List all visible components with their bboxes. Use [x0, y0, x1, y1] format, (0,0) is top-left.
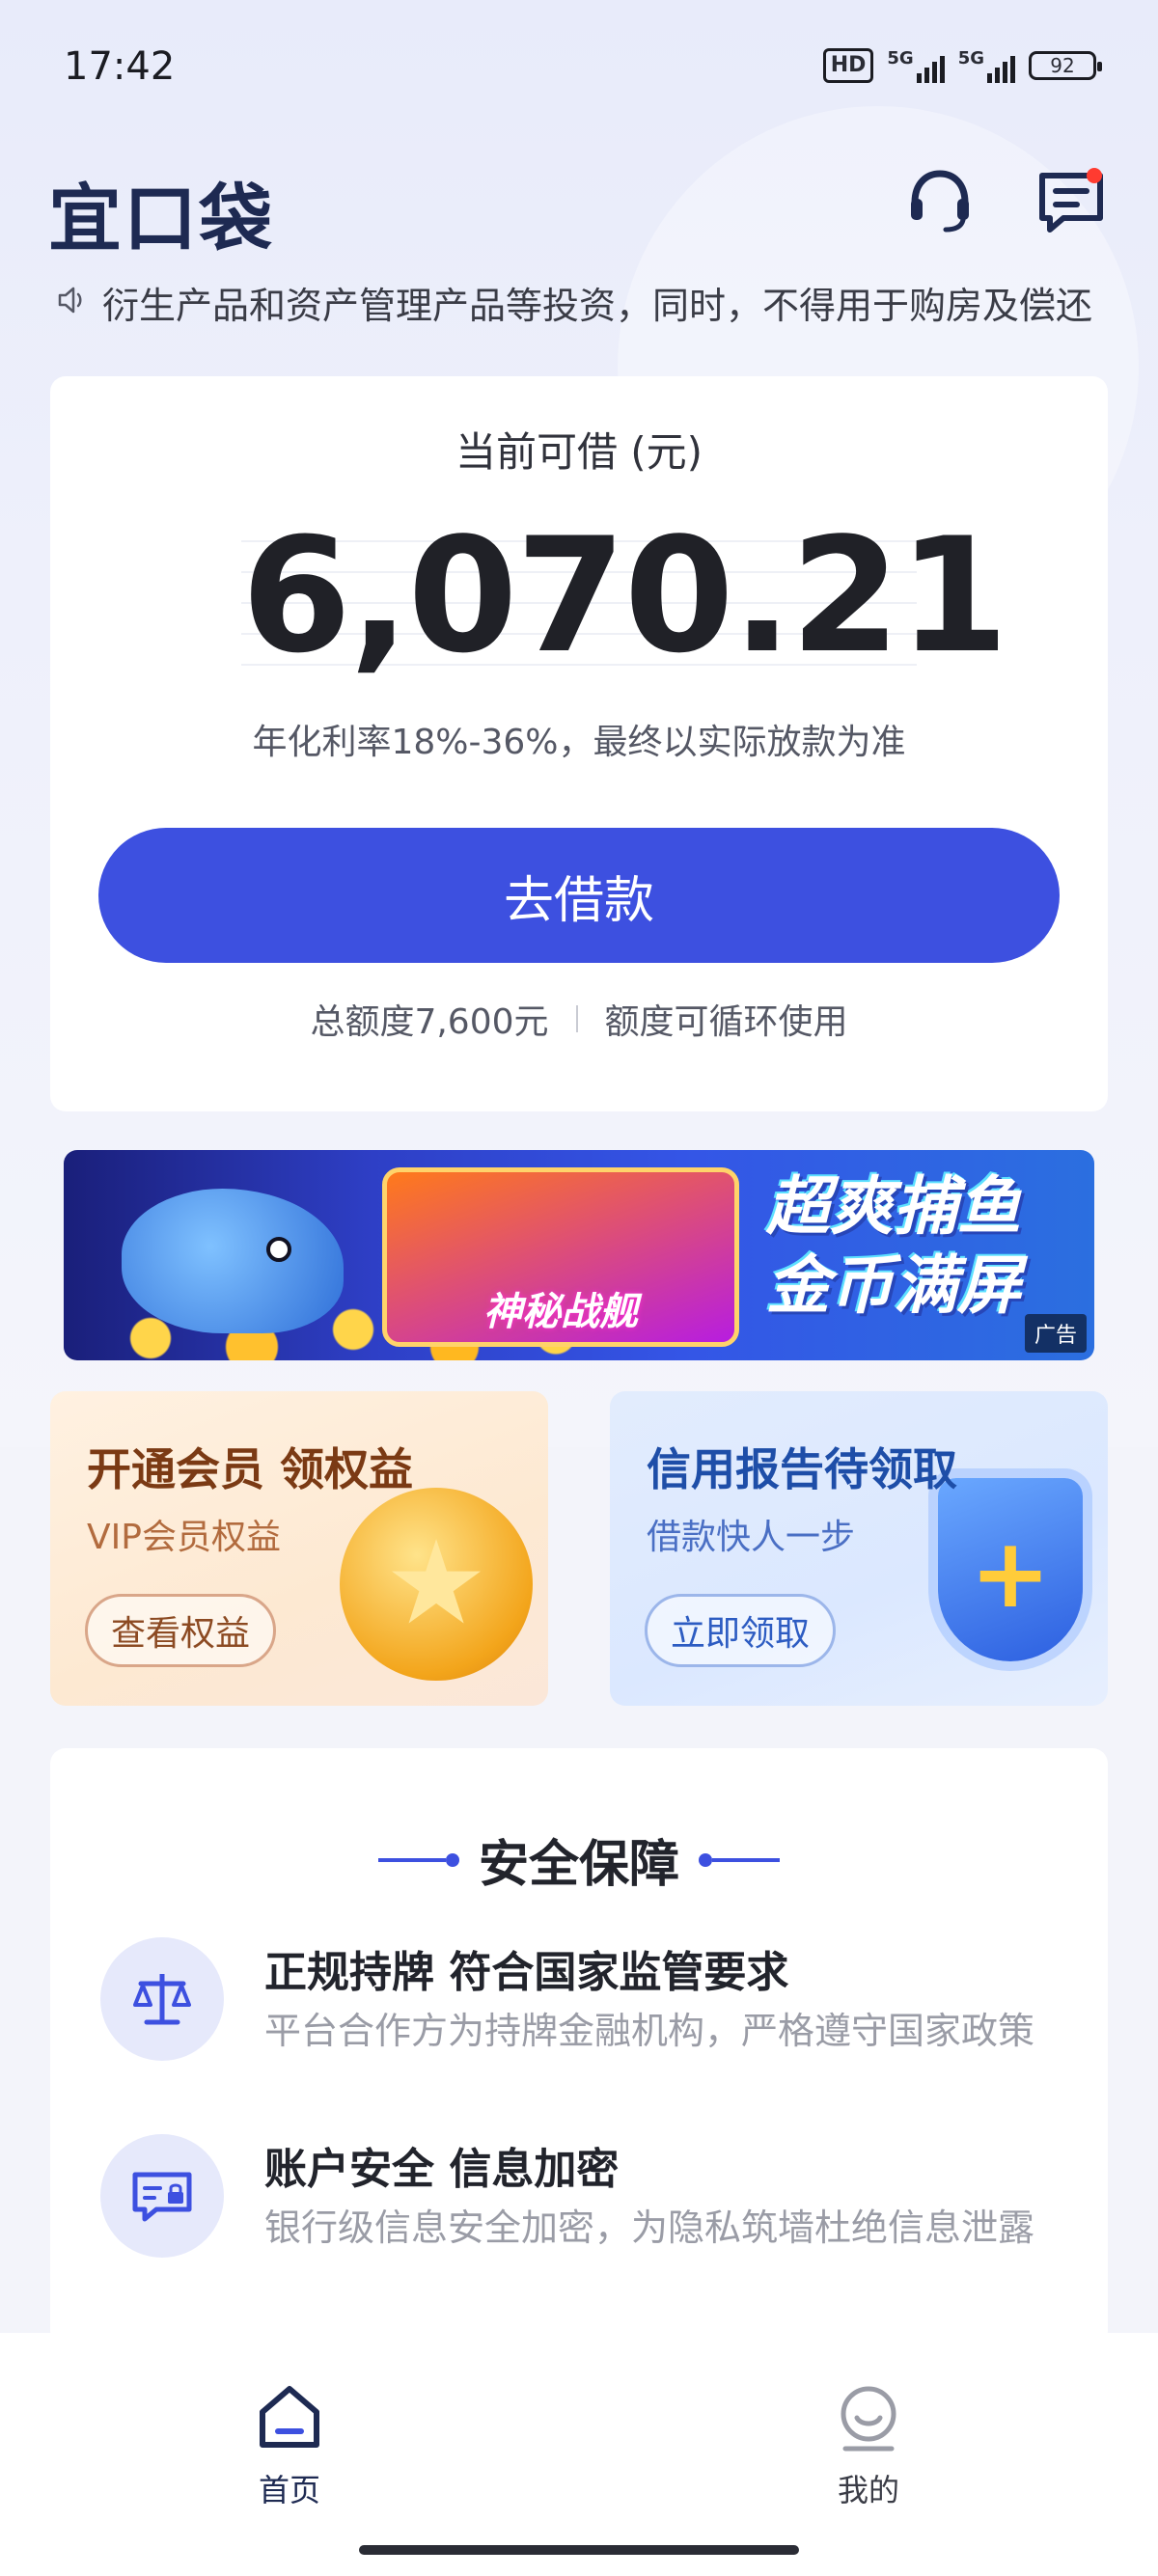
notice-text: 衍生产品和资产管理产品等投资，同时，不得用于购房及偿还	[102, 284, 1093, 327]
ad-frame-text: 神秘战舰	[483, 1290, 638, 1334]
nav-item-profile[interactable]: 我的	[772, 2381, 965, 2510]
claim-report-button[interactable]: 立即领取	[645, 1594, 837, 1667]
notice-bar[interactable]: 衍生产品和资产管理产品等投资，同时，不得用于购房及偿还	[54, 275, 1125, 329]
available-amount: 6,070.21	[241, 504, 1008, 688]
quota-row: 总额度7,600元 额度可循环使用	[50, 994, 1108, 1044]
bottom-nav: 首页 我的	[0, 2333, 1158, 2576]
available-label: 当前可借 (元)	[455, 428, 703, 476]
hd-icon: HD	[822, 48, 874, 83]
vip-promo-card[interactable]: ★ 开通会员 领权益 VIP会员权益 查看权益	[50, 1391, 548, 1706]
headset-icon	[911, 170, 969, 233]
total-quota: 总额度7,600元	[310, 1002, 549, 1042]
title-decoration-left	[377, 1852, 459, 1867]
ad-slogan: 超爽捕鱼 金币满屏	[730, 1167, 1058, 1326]
security-item-title: 正规持牌 符合国家监管要求	[264, 1948, 789, 1997]
security-item-license: 正规持牌 符合国家监管要求 平台合作方为持牌金融机构，严格遵守国家政策	[100, 1937, 1065, 2072]
security-item-desc: 平台合作方为持牌金融机构，严格遵守国家政策	[264, 2010, 1035, 2052]
ad-tag: 广告	[1024, 1314, 1087, 1353]
security-title: 安全保障	[478, 1836, 679, 1894]
security-item-title: 账户安全 信息加密	[264, 2145, 620, 2194]
security-item-desc: 银行级信息安全加密，为隐私筑墙杜绝信息泄露	[264, 2206, 1035, 2249]
home-icon	[260, 2386, 319, 2448]
ad-slogan-line1: 超爽捕鱼	[766, 1169, 1021, 1244]
status-bar: 17:42 HD 5G 5G 92	[0, 0, 1158, 135]
loan-card: 当前可借 (元) 6,070.21 年化利率18%-36%，最终以实际放款为准 …	[50, 376, 1108, 1111]
nav-item-home[interactable]: 首页	[193, 2381, 386, 2510]
ad-frame: 神秘战舰	[382, 1167, 739, 1347]
ad-banner[interactable]: 神秘战舰 超爽捕鱼 金币满屏 广告	[64, 1150, 1094, 1360]
signal-icon: 5G	[887, 48, 945, 83]
quota-note: 额度可循环使用	[604, 1002, 848, 1042]
customer-service-button[interactable]	[903, 164, 977, 237]
app-logo: 宜口袋	[48, 176, 274, 261]
borrow-button[interactable]: 去借款	[98, 828, 1060, 963]
divider	[575, 1005, 578, 1032]
gold-coin-icon: ★	[340, 1488, 533, 1681]
shield-icon: +	[938, 1478, 1083, 1661]
messages-button[interactable]	[1034, 164, 1108, 237]
speaker-icon	[54, 283, 89, 321]
vip-subtitle: VIP会员权益	[87, 1518, 281, 1557]
status-time: 17:42	[64, 44, 176, 89]
title-decoration-right	[699, 1852, 780, 1867]
profile-icon	[841, 2386, 896, 2452]
security-header: 安全保障	[50, 1823, 1108, 1896]
vip-title: 开通会员 领权益	[87, 1443, 414, 1495]
credit-title: 信用报告待领取	[647, 1443, 957, 1495]
unread-dot	[1087, 168, 1102, 183]
nav-label: 我的	[837, 2472, 899, 2508]
credit-promo-card[interactable]: + 信用报告待领取 借款快人一步 立即领取	[610, 1391, 1108, 1706]
amount-area: 6,070.21	[241, 504, 1008, 688]
secure-card-icon	[100, 2134, 224, 2258]
ad-slogan-line2: 金币满屏	[766, 1248, 1021, 1323]
status-icons: HD 5G 5G 92	[822, 48, 1102, 83]
shark-eye	[266, 1237, 291, 1262]
nav-label: 首页	[258, 2472, 320, 2508]
view-benefits-button[interactable]: 查看权益	[85, 1594, 277, 1667]
shark-image	[122, 1189, 344, 1333]
security-card: 安全保障 正规持牌 符合国家监管要求 平台合作方为持牌金融机构，严格遵守国家政策	[50, 1748, 1108, 2346]
rate-note: 年化利率18%-36%，最终以实际放款为准	[252, 723, 906, 762]
battery-icon: 92	[1029, 51, 1102, 80]
signal-icon-2: 5G	[958, 48, 1015, 83]
scale-icon	[100, 1937, 224, 2061]
credit-subtitle: 借款快人一步	[647, 1518, 856, 1557]
home-indicator[interactable]	[359, 2545, 799, 2555]
security-item-encryption: 账户安全 信息加密 银行级信息安全加密，为隐私筑墙杜绝信息泄露	[100, 2134, 1065, 2269]
